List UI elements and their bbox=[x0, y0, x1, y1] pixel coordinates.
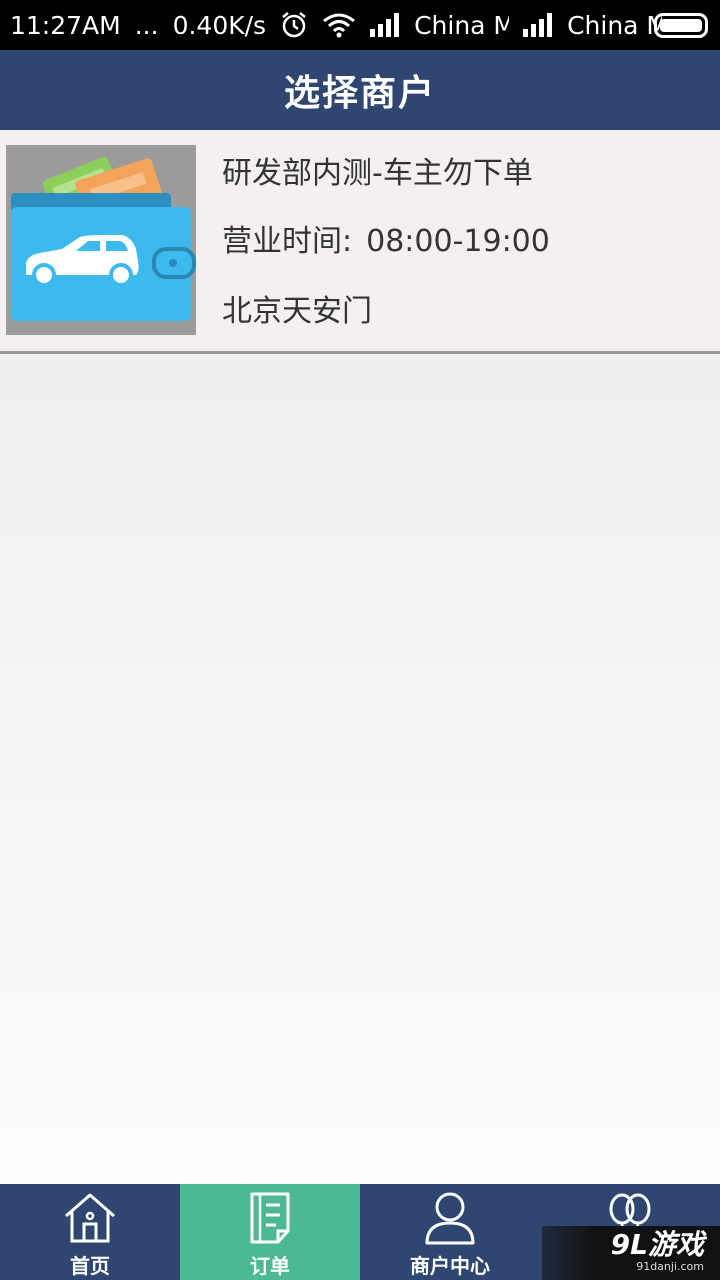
order-icon bbox=[248, 1190, 292, 1246]
merchant-name: 研发部内测-车主勿下单 bbox=[222, 156, 533, 191]
status-network-speed: 0.40K/s bbox=[172, 10, 267, 40]
nav-merchant-center[interactable]: 商户中心 bbox=[360, 1184, 540, 1280]
status-notification-dots: ... bbox=[134, 10, 159, 40]
watermark-logo: 9L游戏 bbox=[610, 1228, 704, 1261]
signal-icon bbox=[370, 13, 400, 37]
nav-merchant-center-label: 商户中心 bbox=[410, 1254, 490, 1278]
wallet-car-icon bbox=[6, 145, 196, 335]
home-icon bbox=[62, 1190, 118, 1246]
carrier-2: China M bbox=[567, 10, 663, 40]
hours-label: 营业时间: bbox=[222, 224, 353, 259]
battery-icon bbox=[654, 13, 708, 38]
status-time: 11:27AM bbox=[10, 10, 121, 40]
nav-home[interactable]: 首页 bbox=[0, 1184, 180, 1280]
signal-icon bbox=[523, 13, 553, 37]
merchant-list-item[interactable]: 研发部内测-车主勿下单 营业时间: 08:00-19:00 北京天安门 bbox=[0, 130, 720, 354]
wifi-icon bbox=[322, 12, 356, 38]
watermark: 9L游戏 91danji.com bbox=[542, 1226, 720, 1280]
status-bar: 11:27AM ... 0.40K/s China M China M bbox=[0, 0, 720, 50]
nav-home-label: 首页 bbox=[70, 1254, 110, 1278]
hours-value: 08:00-19:00 bbox=[366, 224, 550, 259]
merchant-hours: 营业时间: 08:00-19:00 bbox=[222, 216, 550, 260]
watermark-url: 91danji.com bbox=[636, 1260, 704, 1273]
alarm-icon bbox=[280, 11, 308, 39]
page-title: 选择商户 bbox=[283, 73, 436, 114]
merchant-address: 北京天安门 bbox=[222, 294, 372, 329]
app-bar: 选择商户 bbox=[0, 50, 720, 130]
nav-orders-label: 订单 bbox=[250, 1254, 290, 1278]
nav-orders[interactable]: 订单 bbox=[180, 1184, 360, 1280]
person-icon bbox=[424, 1190, 476, 1246]
carrier-1: China M bbox=[414, 10, 510, 40]
